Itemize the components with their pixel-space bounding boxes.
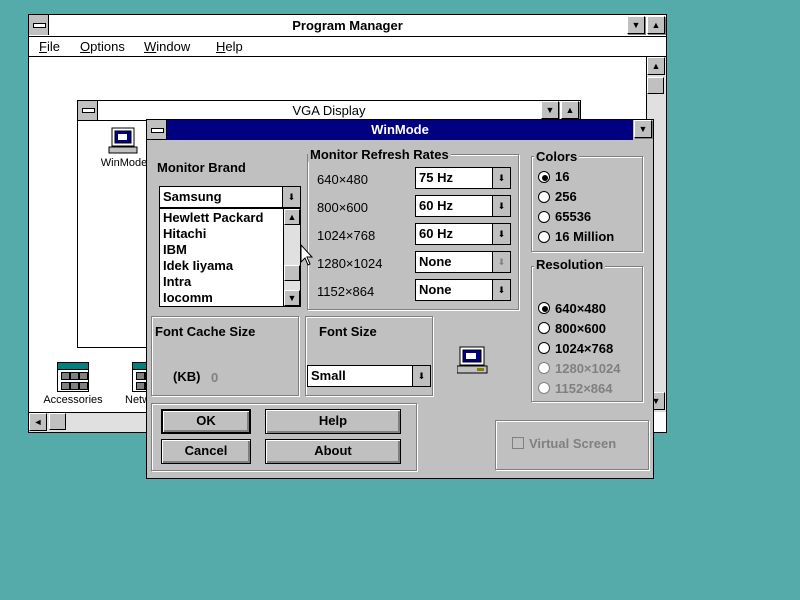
scroll-left-arrow-icon[interactable]: ◄ xyxy=(29,413,47,431)
resolution-option-label: 1152×864 xyxy=(555,381,613,396)
resolution-option-label: 1280×1024 xyxy=(555,361,621,376)
help-button[interactable]: Help xyxy=(265,409,401,434)
mouse-pointer-icon xyxy=(300,243,316,268)
resolution-1024-radio[interactable] xyxy=(538,342,550,354)
vga-display-title: VGA Display xyxy=(292,103,366,118)
colors-65536-radio[interactable] xyxy=(538,211,550,223)
monitor-brand-value: Samsung xyxy=(163,189,222,204)
dropdown-arrow-icon[interactable]: ⬇ xyxy=(492,196,510,216)
scroll-thumb[interactable] xyxy=(647,77,664,94)
dropdown-arrow-icon[interactable]: ⬇ xyxy=(492,280,510,300)
colors-option-label[interactable]: 16 Million xyxy=(555,229,614,244)
colors-16-radio[interactable] xyxy=(538,171,550,183)
menu-bar: File Options Window Help xyxy=(29,37,666,57)
dropdown-arrow-icon[interactable]: ⬇ xyxy=(282,187,300,207)
resolution-1280-radio xyxy=(538,362,550,374)
dropdown-arrow-icon[interactable]: ⬇ xyxy=(492,168,510,188)
list-item[interactable]: Idek Iiyama xyxy=(163,258,233,274)
system-menu-icon[interactable] xyxy=(78,101,98,120)
monitor-brand-label: Monitor Brand xyxy=(157,160,246,175)
refresh-640-combo[interactable]: 75 Hz ⬇ xyxy=(415,167,511,189)
monitor-brand-combo[interactable]: Samsung ⬇ xyxy=(159,186,301,208)
resolution-option-label[interactable]: 640×480 xyxy=(555,301,606,316)
minimize-button[interactable]: ▼ xyxy=(627,16,645,34)
minimize-button[interactable]: ▼ xyxy=(541,101,559,119)
menu-file[interactable]: File xyxy=(39,37,60,56)
refresh-800-combo[interactable]: 60 Hz ⬇ xyxy=(415,195,511,217)
hscroll-thumb[interactable] xyxy=(49,413,66,430)
resolution-800-radio[interactable] xyxy=(538,322,550,334)
list-scroll-thumb[interactable] xyxy=(284,265,300,281)
list-item[interactable]: Hitachi xyxy=(163,226,206,242)
winmode-title[interactable]: WinMode xyxy=(167,120,633,140)
monitor-brand-list[interactable]: Hewlett Packard Hitachi IBM Idek Iiyama … xyxy=(159,208,301,307)
scroll-up-arrow-icon[interactable]: ▲ xyxy=(647,57,665,75)
program-manager-titlebar[interactable]: Program Manager ▼ ▲ xyxy=(29,15,666,37)
resolution-option-label[interactable]: 1024×768 xyxy=(555,341,613,356)
list-item[interactable]: Intra xyxy=(163,274,191,290)
minimize-button[interactable]: ▼ xyxy=(634,120,652,138)
refresh-value: 60 Hz xyxy=(419,198,453,213)
refresh-res-label: 800×600 xyxy=(317,200,368,215)
refresh-res-label: 1024×768 xyxy=(317,228,376,243)
list-item[interactable]: Iocomm xyxy=(163,290,213,306)
font-size-combo[interactable]: Small ⬇ xyxy=(307,365,431,387)
vga-display-titlebar[interactable]: VGA Display ▼ ▲ xyxy=(78,101,580,121)
colors-256-radio[interactable] xyxy=(538,191,550,203)
refresh-1280-combo[interactable]: None ⬇ xyxy=(415,251,511,273)
refresh-res-label: 1152×864 xyxy=(317,284,375,299)
colors-label: Colors xyxy=(534,149,580,164)
maximize-button[interactable]: ▲ xyxy=(647,16,665,34)
about-button[interactable]: About xyxy=(265,439,401,464)
refresh-1024-combo[interactable]: 60 Hz ⬇ xyxy=(415,223,511,245)
colors-option-label[interactable]: 16 xyxy=(555,169,569,184)
cancel-button[interactable]: Cancel xyxy=(161,439,251,464)
font-size-value: Small xyxy=(311,368,346,383)
winmode-program-icon[interactable] xyxy=(106,127,142,157)
ok-button[interactable]: OK xyxy=(161,409,251,434)
resolution-1152-radio xyxy=(538,382,550,394)
virtual-screen-checkbox[interactable] xyxy=(512,437,524,449)
refresh-res-label: 1280×1024 xyxy=(317,256,383,271)
maximize-button[interactable]: ▲ xyxy=(561,101,579,119)
menu-window[interactable]: Window xyxy=(144,37,190,56)
font-cache-value: 0 xyxy=(211,370,219,385)
winmode-dialog: WinMode ▼ Monitor Brand Samsung ⬇ Hewlet… xyxy=(146,119,654,479)
colors-option-label[interactable]: 65536 xyxy=(555,209,591,224)
scroll-down-arrow-icon[interactable]: ▼ xyxy=(284,290,300,306)
refresh-1152-combo[interactable]: None ⬇ xyxy=(415,279,511,301)
virtual-screen-label[interactable]: Virtual Screen xyxy=(529,436,616,451)
refresh-value: 60 Hz xyxy=(419,226,453,241)
system-menu-icon[interactable] xyxy=(147,120,167,140)
dropdown-arrow-icon[interactable]: ⬇ xyxy=(412,366,430,386)
refresh-value: None xyxy=(419,254,452,269)
menu-help[interactable]: Help xyxy=(216,37,243,56)
dropdown-arrow-icon[interactable]: ⬇ xyxy=(492,224,510,244)
menu-options[interactable]: Options xyxy=(80,37,125,56)
resolution-640-radio[interactable] xyxy=(538,302,550,314)
font-cache-unit: (KB) xyxy=(173,369,201,384)
dropdown-arrow-icon[interactable]: ⬇ xyxy=(492,252,510,272)
list-scrollbar[interactable]: ▲ ▼ xyxy=(283,209,300,306)
scroll-up-arrow-icon[interactable]: ▲ xyxy=(284,209,300,225)
font-cache-label: Font Cache Size xyxy=(155,324,256,339)
accessories-group-icon[interactable] xyxy=(57,362,89,392)
refresh-value: None xyxy=(419,282,452,297)
list-item[interactable]: IBM xyxy=(163,242,187,258)
accessories-label: Accessories xyxy=(43,394,103,406)
font-size-label: Font Size xyxy=(319,324,377,339)
resolution-option-label[interactable]: 800×600 xyxy=(555,321,606,336)
resolution-label: Resolution xyxy=(534,257,606,272)
refresh-rates-label: Monitor Refresh Rates xyxy=(308,147,451,162)
refresh-res-label: 640×480 xyxy=(317,172,368,187)
colors-16-million-radio[interactable] xyxy=(538,231,550,243)
system-menu-icon[interactable] xyxy=(29,15,49,35)
refresh-value: 75 Hz xyxy=(419,170,453,185)
program-manager-title: Program Manager xyxy=(292,18,403,33)
list-item[interactable]: Hewlett Packard xyxy=(163,210,263,226)
colors-option-label[interactable]: 256 xyxy=(555,189,577,204)
monitor-icon xyxy=(456,346,489,376)
